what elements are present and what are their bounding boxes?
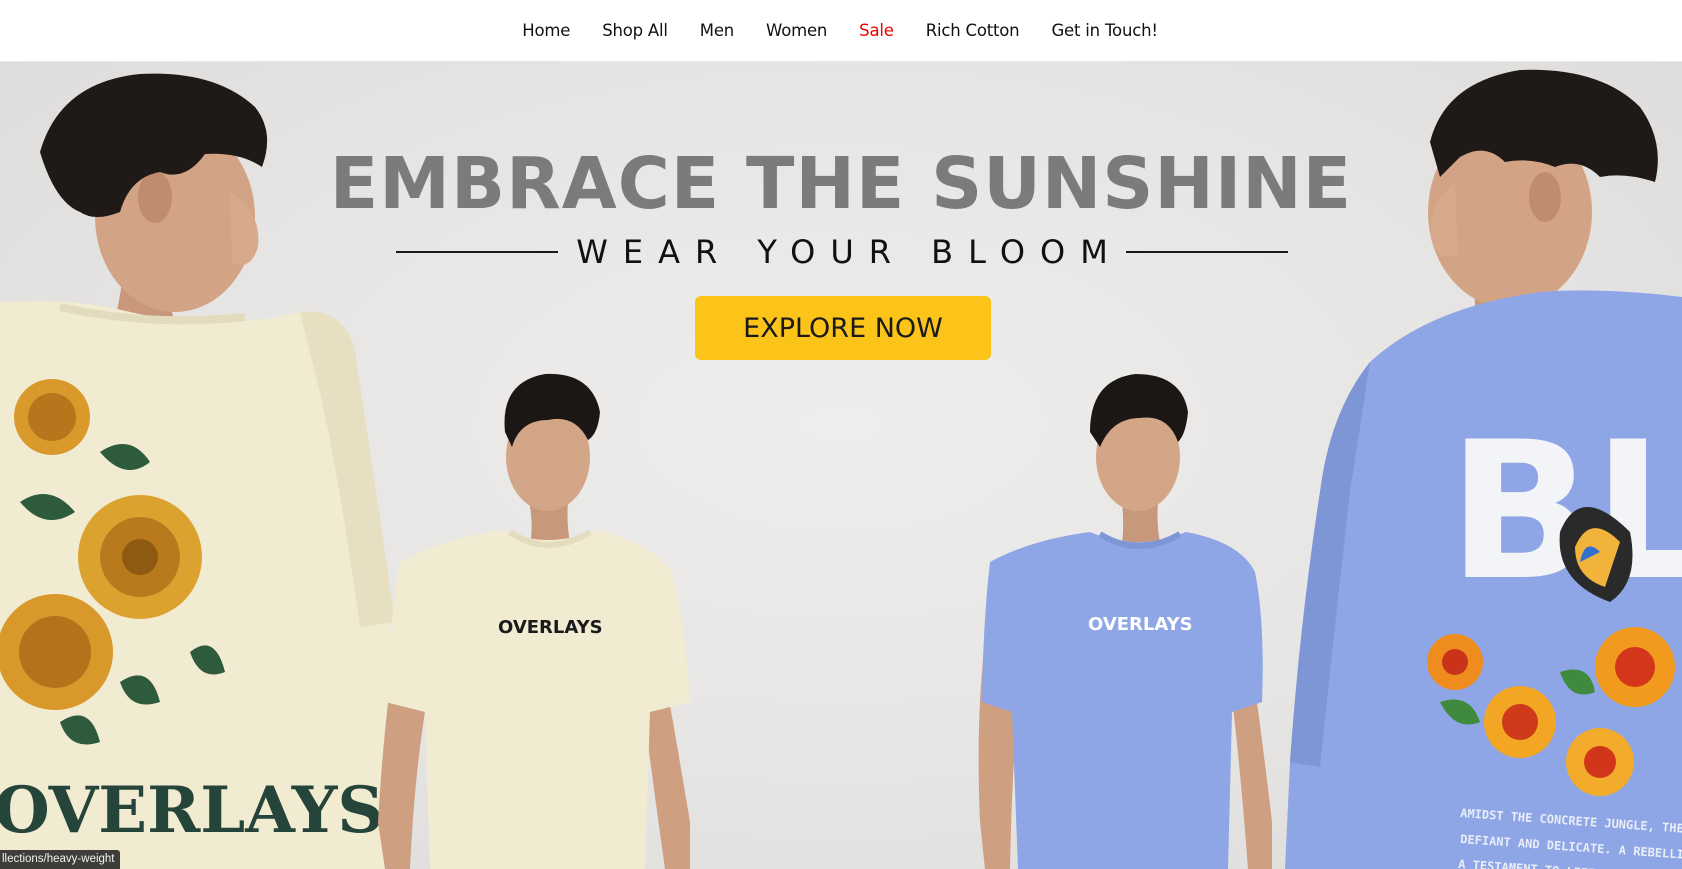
blue-back-print-text: BLO	[1448, 401, 1682, 622]
subline-rule-left	[396, 251, 559, 253]
nav-item-get-in-touch[interactable]: Get in Touch!	[1035, 21, 1173, 40]
top-navigation-bar: Home Shop All Men Women Sale Rich Cotton…	[0, 0, 1682, 62]
hero-subline: WEAR YOUR BLOOM	[396, 232, 1288, 272]
model-center-left-cream-front: OVERLAYS	[378, 373, 690, 869]
main-nav: Home Shop All Men Women Sale Rich Cotton…	[506, 21, 1174, 40]
nav-item-shop-all[interactable]: Shop All	[586, 21, 684, 40]
nav-item-home[interactable]: Home	[506, 21, 586, 40]
nav-item-sale[interactable]: Sale	[843, 21, 910, 40]
nav-item-men[interactable]: Men	[684, 21, 750, 40]
hero-subline-text: WEAR YOUR BLOOM	[576, 233, 1123, 271]
blue-front-logo-text: OVERLAYS	[1088, 614, 1193, 635]
nav-item-rich-cotton[interactable]: Rich Cotton	[910, 21, 1036, 40]
hero-banner[interactable]: OVERLAYS OVERLAYS OVERLAYS BL AMIDST THE…	[0, 62, 1682, 869]
subline-rule-right	[1125, 251, 1288, 253]
hero-headline: EMBRACE THE SUNSHINE	[329, 142, 1353, 225]
model-center-right-blue-front: OVERLAYS	[978, 374, 1272, 869]
cream-front-logo-text: OVERLAYS	[498, 617, 603, 638]
explore-now-button[interactable]: EXPLORE NOW	[695, 296, 991, 360]
link-url-hint: llections/heavy-weight	[0, 850, 120, 869]
nav-item-women[interactable]: Women	[750, 21, 843, 40]
cream-back-print-text: OVERLAYS	[0, 773, 384, 848]
